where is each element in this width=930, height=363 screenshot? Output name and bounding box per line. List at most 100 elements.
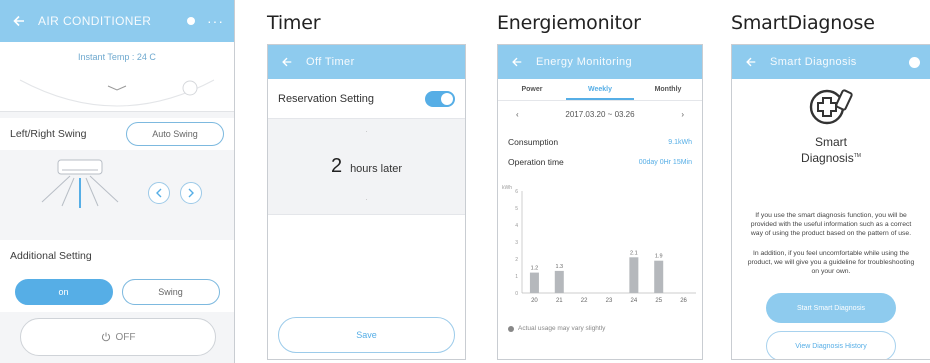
smart-description-1: If you use the smart diagnosis function,…	[750, 212, 912, 237]
energy-screen: Energy Monitoring Power Weekly Monthly ‹…	[497, 44, 703, 360]
hours-picker[interactable]: · 2 hours later ·	[268, 119, 465, 215]
x-tick-label: 20	[531, 298, 538, 304]
power-icon	[101, 332, 110, 342]
smart-screen: Smart Diagnosis Smart DiagnosisTM If you…	[731, 44, 930, 360]
more-icon[interactable]: ···	[207, 13, 224, 29]
swing-illustration	[0, 150, 234, 230]
off-label: OFF	[115, 331, 136, 343]
y-axis-label: kWh	[502, 185, 512, 191]
back-arrow-icon[interactable]	[742, 53, 760, 71]
timer-title: Off Timer	[306, 56, 355, 68]
timer-screen: Off Timer Reservation Setting · 2 hours …	[267, 44, 466, 360]
bar	[629, 257, 639, 293]
ac-screen: AIR CONDITIONER ··· Instant Temp : 24 C …	[0, 0, 235, 363]
diagnosis-cross-phone-icon	[809, 89, 853, 125]
swing-left-button[interactable]	[148, 182, 170, 204]
back-arrow-icon[interactable]	[278, 53, 296, 71]
picker-value-row: 2 hours later	[268, 155, 465, 178]
swing-label: Left/Right Swing	[10, 128, 87, 140]
bar	[654, 260, 664, 293]
legend-dot-icon	[508, 325, 514, 332]
bar-data-label: 2.1	[630, 250, 638, 256]
y-tick-label: 6	[515, 189, 518, 195]
diagnosis-line: DiagnosisTM	[801, 151, 861, 165]
bar-data-label: 1.9	[655, 254, 663, 260]
swing-row: Left/Right Swing Auto Swing	[0, 118, 234, 150]
view-history-button[interactable]: View Diagnosis History	[766, 331, 896, 359]
operation-label: Operation time	[508, 157, 564, 167]
x-tick-label: 26	[680, 298, 687, 304]
bar-data-label: 1.2	[531, 266, 539, 272]
reservation-label: Reservation Setting	[278, 92, 374, 105]
next-week-icon[interactable]: ›	[681, 110, 684, 119]
x-tick-label: 24	[631, 298, 638, 304]
timer-caption: Timer	[267, 12, 321, 34]
consumption-value: 9.1kWh	[668, 138, 692, 146]
airflow-icon	[41, 159, 119, 208]
reservation-toggle[interactable]	[425, 90, 455, 107]
smart-diagnosis-logo	[732, 85, 930, 134]
bar	[554, 270, 564, 293]
picker-next-marker: ·	[365, 195, 368, 204]
temp-dial[interactable]	[0, 72, 234, 112]
date-range-row: ‹ 2017.03.20 ~ 03.26 ›	[498, 101, 702, 127]
power-dot-icon	[187, 17, 195, 25]
start-diagnosis-button[interactable]: Start Smart Diagnosis	[766, 293, 896, 323]
y-tick-label: 1	[515, 274, 518, 280]
smart-diagnosis-name: Smart DiagnosisTM	[732, 135, 930, 165]
smart-line: Smart	[814, 135, 847, 149]
swing-right-button[interactable]	[180, 182, 202, 204]
tab-monthly[interactable]: Monthly	[634, 79, 702, 100]
smart-appbar: Smart Diagnosis	[732, 45, 930, 79]
legend-text: Actual usage may vary slightly	[518, 325, 606, 332]
picker-prev-marker: ·	[365, 127, 368, 136]
auto-swing-button[interactable]: Auto Swing	[126, 122, 224, 146]
energy-bar-chart: kWh01234561.2201.321 22 232.1241.925 26	[502, 185, 696, 304]
x-tick-label: 23	[606, 298, 613, 304]
x-tick-label: 25	[655, 298, 662, 304]
operation-value: 00day 0Hr 15Min	[638, 158, 692, 166]
smart-description-2: In addition, if you feel uncomfortable w…	[747, 250, 915, 275]
hours-unit: hours later	[350, 163, 403, 175]
ac-appbar: AIR CONDITIONER ···	[0, 0, 234, 42]
off-button[interactable]: OFF	[20, 318, 216, 356]
y-tick-label: 5	[515, 206, 518, 212]
smart-title: Smart Diagnosis	[770, 56, 857, 68]
smart-caption: SmartDiagnose	[731, 12, 875, 34]
back-arrow-icon[interactable]	[508, 53, 526, 71]
additional-buttons: on Swing	[0, 272, 234, 312]
instant-temp: Instant Temp : 24 C	[0, 42, 234, 72]
tab-power[interactable]: Power	[498, 79, 566, 100]
x-tick-label: 22	[581, 298, 588, 304]
energy-title: Energy Monitoring	[536, 56, 633, 68]
consumption-row: Consumption 9.1kWh	[508, 133, 692, 151]
chevron-left-icon	[156, 188, 162, 198]
ac-title: AIR CONDITIONER	[38, 14, 152, 28]
trademark: TM	[853, 153, 861, 159]
period-tabs: Power Weekly Monthly	[498, 79, 702, 101]
operation-row: Operation time 00day 0Hr 15Min	[508, 153, 692, 171]
additional-setting-row: Additional Setting	[0, 240, 234, 272]
y-tick-label: 0	[515, 291, 518, 297]
x-tick-label: 21	[556, 298, 563, 304]
chevron-right-icon	[188, 188, 194, 198]
additional-setting-label: Additional Setting	[10, 250, 92, 262]
y-tick-label: 4	[515, 223, 518, 229]
y-tick-label: 3	[515, 240, 518, 246]
swing-button[interactable]: Swing	[121, 279, 220, 305]
hours-value: 2	[330, 155, 343, 177]
energy-caption: Energiemonitor	[497, 12, 641, 34]
bar	[529, 272, 539, 293]
timer-appbar: Off Timer	[268, 45, 465, 79]
save-button[interactable]: Save	[278, 317, 455, 353]
bar-data-label: 1.3	[555, 264, 563, 270]
consumption-label: Consumption	[508, 137, 559, 147]
y-tick-label: 2	[515, 257, 518, 263]
energy-appbar: Energy Monitoring	[498, 45, 702, 79]
back-arrow-icon[interactable]	[10, 12, 28, 30]
tab-weekly[interactable]: Weekly	[566, 79, 634, 100]
on-button[interactable]: on	[14, 279, 113, 305]
chart-legend: Actual usage may vary slightly	[508, 325, 605, 332]
prev-week-icon[interactable]: ‹	[516, 110, 519, 119]
info-icon[interactable]	[909, 56, 920, 68]
